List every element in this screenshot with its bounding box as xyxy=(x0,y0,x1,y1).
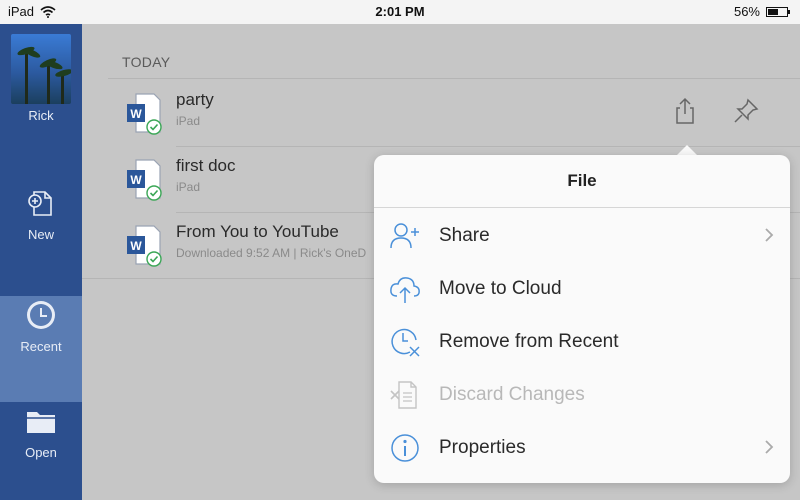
folder-icon xyxy=(27,412,55,433)
svg-text:W: W xyxy=(130,107,142,121)
battery-percent: 56% xyxy=(733,4,760,19)
clock: 2:01 PM xyxy=(375,4,425,19)
menu-item-label: Move to Cloud xyxy=(439,278,562,299)
divider xyxy=(374,207,790,208)
status-bar: iPad 2:01 PM 56% xyxy=(0,0,800,24)
add-person-icon xyxy=(390,223,419,249)
document-title: party xyxy=(176,90,214,109)
new-document-icon xyxy=(28,191,52,216)
menu-item-label: Discard Changes xyxy=(439,384,585,405)
info-icon xyxy=(391,434,419,462)
document-location: iPad xyxy=(176,114,201,128)
sidebar: Rick New Recent Open xyxy=(0,24,82,500)
cloud-upload-icon xyxy=(390,277,420,303)
sidebar-item-label: Open xyxy=(25,445,57,460)
divider xyxy=(108,78,800,79)
menu-item-label: Remove from Recent xyxy=(439,331,619,352)
document-location: iPad xyxy=(176,180,201,194)
word-document-icon: W xyxy=(127,225,162,267)
file-menu-popover: File Share Move to Cloud Remove from Rec… xyxy=(374,155,790,483)
popover-title: File xyxy=(567,171,597,190)
user-name: Rick xyxy=(28,108,54,123)
menu-item-move-to-cloud[interactable]: Move to Cloud xyxy=(374,262,790,315)
document-title: first doc xyxy=(176,156,236,175)
clock-remove-icon xyxy=(391,328,420,357)
share-icon[interactable] xyxy=(670,96,700,126)
svg-text:W: W xyxy=(130,173,142,187)
sidebar-item-new[interactable]: New xyxy=(0,186,82,242)
sidebar-item-label: Recent xyxy=(20,339,62,354)
sidebar-item-label: New xyxy=(27,227,54,242)
word-document-icon: W xyxy=(127,93,162,135)
avatar xyxy=(11,34,71,104)
sidebar-item-open[interactable]: Open xyxy=(0,404,82,460)
document-row[interactable]: W party iPad xyxy=(82,80,800,146)
menu-item-properties[interactable]: Properties xyxy=(374,421,790,474)
battery-icon xyxy=(766,6,790,17)
word-document-icon: W xyxy=(127,159,162,201)
menu-item-label: Properties xyxy=(439,437,526,458)
sidebar-item-recent[interactable]: Recent xyxy=(0,298,82,354)
pin-icon[interactable] xyxy=(731,96,761,126)
menu-item-label: Share xyxy=(439,225,490,246)
user-account[interactable]: Rick xyxy=(0,24,82,123)
discard-icon xyxy=(390,381,417,409)
menu-item-discard-changes: Discard Changes xyxy=(374,368,790,421)
menu-item-share[interactable]: Share xyxy=(374,209,790,262)
chevron-right-icon xyxy=(765,228,774,242)
svg-text:W: W xyxy=(130,239,142,253)
document-title: From You to YouTube xyxy=(176,222,339,241)
section-header: TODAY xyxy=(122,54,171,70)
menu-item-remove-from-recent[interactable]: Remove from Recent xyxy=(374,315,790,368)
chevron-right-icon xyxy=(765,440,774,454)
document-location: Downloaded 9:52 AM | Rick's OneD xyxy=(176,246,367,260)
clock-icon xyxy=(27,301,55,329)
